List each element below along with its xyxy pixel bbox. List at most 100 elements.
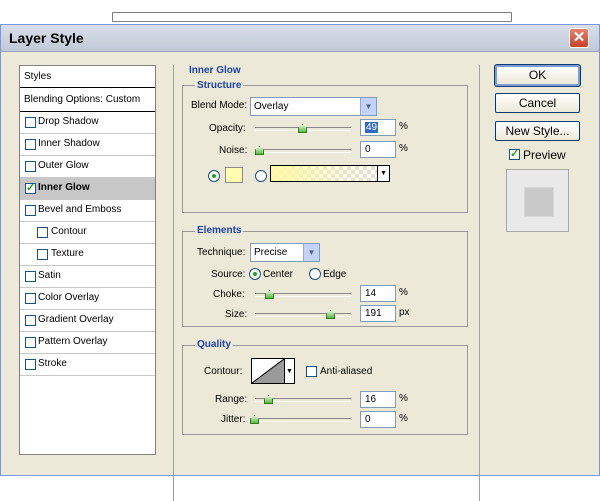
style-checkbox[interactable] (25, 117, 36, 128)
size-slider-thumb[interactable] (326, 310, 335, 319)
jitter-slider[interactable] (250, 415, 351, 425)
preview-checkbox[interactable] (509, 147, 520, 160)
style-checkbox[interactable] (25, 359, 36, 370)
range-label: Range: (215, 394, 248, 405)
elements-label: Elements (195, 225, 244, 236)
contour-label: Contour: (204, 366, 243, 377)
jitter-input[interactable]: 0 (360, 411, 396, 428)
style-checkbox[interactable] (25, 337, 36, 348)
style-preview (506, 169, 569, 232)
preview-swatch (524, 187, 554, 217)
size-input[interactable]: 191 (360, 305, 396, 322)
opacity-label: Opacity: (209, 123, 246, 134)
blend-mode-select[interactable]: Overlay ▼ (250, 97, 377, 116)
opacity-slider[interactable] (255, 124, 351, 134)
preview-label: Preview (523, 148, 566, 162)
contour-dropdown[interactable]: ▼ (285, 358, 295, 384)
solid-color-radio[interactable] (208, 170, 220, 182)
choke-unit: % (399, 287, 408, 298)
sidebar-item-inner-glow[interactable]: Inner Glow (20, 178, 155, 200)
sidebar-item-texture[interactable]: Texture (20, 244, 155, 266)
sidebar-item-pattern-overlay[interactable]: Pattern Overlay (20, 332, 155, 354)
jitter-slider-thumb[interactable] (250, 415, 259, 424)
style-checkbox[interactable] (25, 139, 36, 150)
style-checkbox[interactable] (25, 161, 36, 172)
styles-header[interactable]: Styles (20, 66, 155, 88)
sidebar-item-bevel-and-emboss[interactable]: Bevel and Emboss (20, 200, 155, 222)
choke-slider-thumb[interactable] (265, 290, 274, 299)
source-center-radio[interactable] (249, 268, 261, 280)
style-checkbox[interactable] (25, 181, 36, 194)
source-label: Source: (211, 269, 246, 280)
opacity-slider-thumb[interactable] (298, 124, 307, 133)
style-checkbox[interactable] (25, 293, 36, 304)
size-unit: px (399, 307, 410, 318)
layer-style-dialog: Layer Style ✕ Styles Blending Options: C… (0, 24, 600, 501)
size-slider[interactable] (255, 310, 351, 320)
sidebar-item-label: Texture (51, 248, 84, 259)
sidebar-item-label: Stroke (38, 358, 67, 369)
opacity-unit: % (399, 121, 408, 132)
sidebar-item-label: Inner Shadow (38, 138, 100, 149)
gradient-radio[interactable] (255, 170, 267, 182)
dialog-title: Layer Style (9, 30, 84, 46)
sidebar-item-label: Gradient Overlay (38, 314, 114, 325)
glow-color-swatch[interactable] (225, 167, 243, 183)
quality-label: Quality (195, 339, 233, 350)
close-button[interactable]: ✕ (569, 28, 589, 48)
source-center-label: Center (263, 269, 294, 280)
range-unit: % (399, 393, 408, 404)
glow-gradient-picker[interactable]: ▼ (270, 165, 390, 182)
sidebar-item-outer-glow[interactable]: Outer Glow (20, 156, 155, 178)
sidebar-item-label: Satin (38, 270, 61, 281)
anti-aliased-label: Anti-aliased (320, 366, 373, 377)
sidebar-item-satin[interactable]: Satin (20, 266, 155, 288)
style-checkbox[interactable] (25, 205, 36, 216)
ok-button[interactable]: OK (494, 64, 581, 87)
sidebar-item-stroke[interactable]: Stroke (20, 354, 155, 376)
sidebar-item-label: Color Overlay (38, 292, 100, 303)
opacity-input[interactable]: 49 (360, 119, 396, 136)
technique-select[interactable]: Precise ▼ (250, 243, 320, 262)
range-slider-thumb[interactable] (264, 395, 273, 404)
sidebar-item-inner-shadow[interactable]: Inner Shadow (20, 134, 155, 156)
sidebar-item-gradient-overlay[interactable]: Gradient Overlay (20, 310, 155, 332)
choke-slider[interactable] (255, 290, 351, 300)
choke-label: Choke: (213, 289, 245, 300)
panel-title: Inner Glow (189, 65, 241, 76)
background-strip (112, 12, 512, 22)
sidebar-item-label: Contour (51, 226, 87, 237)
sidebar-item-drop-shadow[interactable]: Drop Shadow (20, 112, 155, 134)
style-checkbox[interactable] (25, 271, 36, 282)
anti-aliased-checkbox[interactable] (306, 366, 317, 377)
size-label: Size: (225, 309, 248, 320)
range-input[interactable]: 16 (360, 391, 396, 408)
noise-label: Noise: (219, 145, 248, 156)
styles-list: Styles Blending Options: Custom Drop Sha… (19, 65, 156, 455)
sidebar-item-color-overlay[interactable]: Color Overlay (20, 288, 155, 310)
jitter-label: Jitter: (221, 414, 246, 425)
noise-slider-thumb[interactable] (255, 146, 264, 155)
noise-slider[interactable] (255, 146, 351, 156)
choke-input[interactable]: 14 (360, 285, 396, 302)
source-edge-label: Edge (323, 269, 347, 280)
title-bar: Layer Style ✕ (1, 25, 599, 52)
noise-unit: % (399, 143, 408, 154)
style-checkbox[interactable] (37, 227, 48, 238)
style-checkbox[interactable] (37, 249, 48, 260)
chevron-down-icon: ▼ (377, 166, 389, 181)
new-style-button[interactable]: New Style... (495, 121, 580, 141)
style-checkbox[interactable] (25, 315, 36, 326)
cancel-button[interactable]: Cancel (495, 93, 580, 113)
blending-options-item[interactable]: Blending Options: Custom (20, 88, 155, 112)
chevron-down-icon: ▼ (286, 368, 293, 375)
range-slider[interactable] (255, 395, 351, 405)
source-edge-radio[interactable] (309, 268, 321, 280)
sidebar-item-label: Inner Glow (38, 182, 90, 193)
close-icon: ✕ (572, 29, 586, 46)
sidebar-item-contour[interactable]: Contour (20, 222, 155, 244)
noise-input[interactable]: 0 (360, 141, 396, 158)
blend-mode-label: Blend Mode: (191, 100, 248, 111)
sidebar-item-label: Pattern Overlay (38, 336, 108, 347)
contour-picker[interactable] (251, 358, 285, 384)
